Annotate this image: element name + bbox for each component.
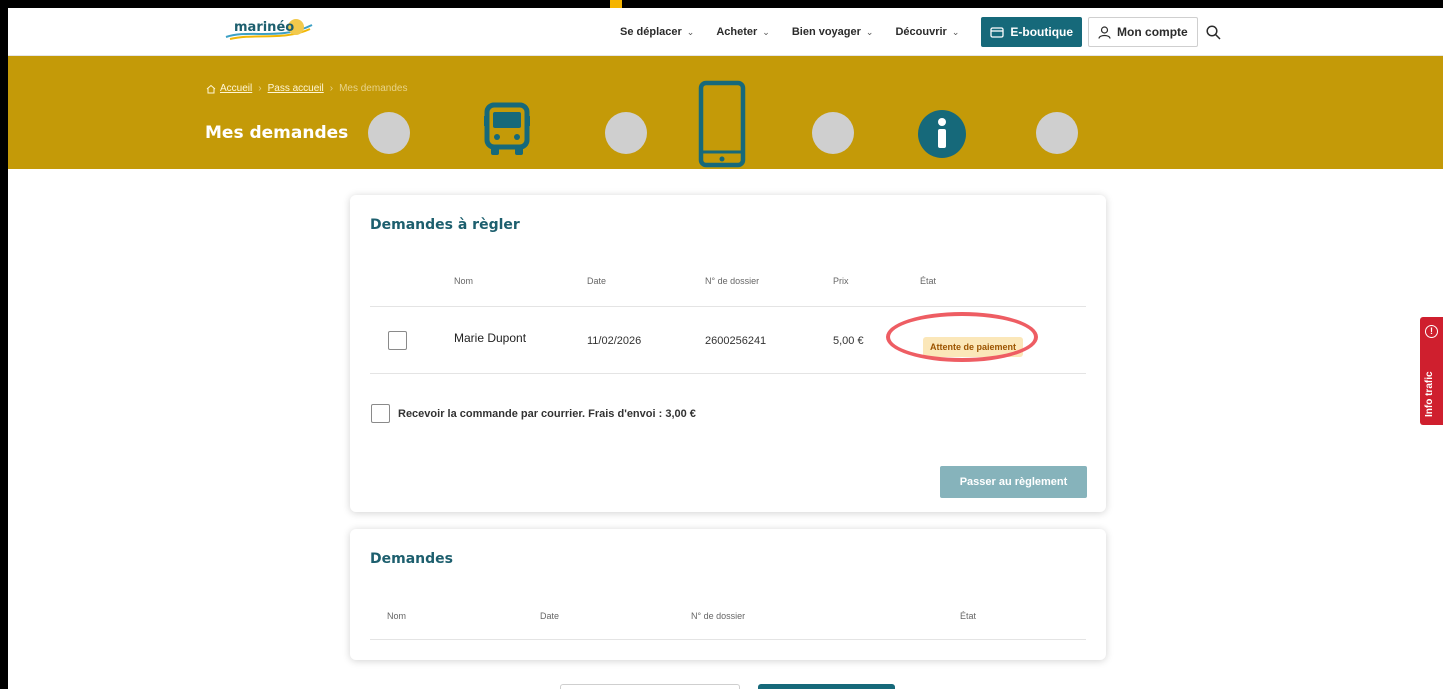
breadcrumb-separator: ›: [329, 83, 334, 94]
column-header-status: État: [920, 276, 937, 286]
column-header-date: Date: [587, 276, 607, 286]
nav-se-deplacer[interactable]: Se déplacer ⌄: [620, 26, 694, 38]
column-header-date: Date: [540, 611, 560, 621]
card-icon: [990, 26, 1005, 38]
user-icon: [1098, 25, 1111, 39]
pay-button[interactable]: Passer au règlement: [940, 466, 1087, 498]
nav-label: Se déplacer: [620, 26, 682, 38]
column-header-name: Nom: [387, 611, 407, 621]
top-accent-bar: [610, 0, 622, 8]
mail-option-label: Recevoir la commande par courrier. Frais…: [398, 408, 696, 420]
search-icon: [1206, 24, 1221, 40]
column-header-status: État: [960, 611, 977, 621]
row-name: Marie Dupont: [448, 319, 544, 359]
decorative-dot: [1036, 112, 1078, 154]
page-title: Mes demandes: [205, 123, 349, 143]
nav-label: Acheter: [716, 26, 758, 38]
row-date: 11/02/2026: [587, 335, 642, 347]
decorative-dot: [368, 112, 410, 154]
secondary-button[interactable]: [560, 684, 740, 689]
info-trafic-tab[interactable]: ! Info trafic: [1420, 317, 1443, 425]
divider: [370, 306, 1086, 307]
chevron-down-icon: ⌄: [686, 26, 695, 37]
decorative-dot: [605, 112, 647, 154]
main-nav: Se déplacer ⌄ Acheter ⌄ Bien voyager ⌄ D…: [620, 8, 1226, 56]
nav-acheter[interactable]: Acheter ⌄: [716, 26, 770, 38]
divider: [370, 373, 1086, 374]
nav-bien-voyager[interactable]: Bien voyager ⌄: [792, 26, 874, 38]
eboutique-label: E-boutique: [1010, 25, 1074, 39]
requests-title: Demandes: [370, 551, 453, 567]
column-header-price: Prix: [833, 276, 849, 286]
bus-icon: [484, 102, 530, 155]
mail-option-checkbox[interactable]: [371, 404, 390, 423]
column-header-name: Nom: [454, 276, 474, 286]
marineo-logo[interactable]: marinéo: [220, 15, 316, 41]
hero-banner: Accueil › Pass accueil › Mes demandes Me…: [8, 56, 1443, 169]
search-button[interactable]: [1206, 17, 1226, 47]
home-icon: [206, 84, 216, 93]
account-button[interactable]: Mon compte: [1088, 17, 1198, 47]
logo-text: marinéo: [234, 20, 294, 35]
column-header-dossier: N° de dossier: [705, 276, 760, 286]
smartphone-icon: [698, 80, 746, 168]
chevron-down-icon: ⌄: [762, 26, 770, 37]
chevron-down-icon: ⌄: [865, 26, 874, 37]
column-header-dossier: N° de dossier: [691, 611, 746, 621]
eboutique-button[interactable]: E-boutique: [981, 17, 1083, 47]
info-icon: [918, 110, 966, 158]
annotation-highlight-ellipse: [886, 312, 1038, 362]
divider: [370, 639, 1086, 640]
info-trafic-label: Info trafic: [1424, 371, 1435, 417]
primary-button[interactable]: [758, 684, 895, 689]
breadcrumb: Accueil › Pass accueil › Mes demandes: [206, 83, 407, 94]
nav-decouvrir[interactable]: Découvrir ⌄: [895, 26, 959, 38]
site-header: marinéo Se déplacer ⌄ Acheter ⌄ Bien voy…: [8, 8, 1443, 56]
chevron-down-icon: ⌄: [951, 26, 960, 37]
requests-card: Demandes Nom Date N° de dossier État: [350, 529, 1106, 660]
row-select-checkbox[interactable]: [388, 331, 407, 350]
pending-requests-card: Demandes à règler Nom Date N° de dossier…: [350, 195, 1106, 512]
nav-label: Découvrir: [895, 26, 947, 38]
pending-requests-title: Demandes à règler: [370, 217, 520, 233]
row-dossier: 2600256241: [705, 335, 767, 347]
nav-label: Bien voyager: [791, 26, 861, 38]
breadcrumb-separator: ›: [258, 83, 262, 94]
decorative-dot: [812, 112, 854, 154]
account-label: Mon compte: [1117, 25, 1188, 39]
row-price: 5,00 €: [833, 335, 864, 347]
breadcrumb-home[interactable]: Accueil: [220, 83, 252, 94]
breadcrumb-pass-accueil[interactable]: Pass accueil: [268, 83, 324, 94]
breadcrumb-current: Mes demandes: [339, 83, 408, 94]
page-frame: marinéo Se déplacer ⌄ Acheter ⌄ Bien voy…: [8, 8, 1443, 689]
